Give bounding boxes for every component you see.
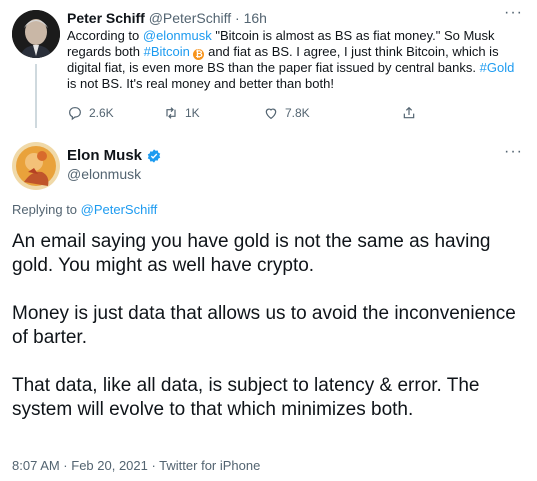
thread-connector — [35, 64, 37, 128]
tweet-text: An email saying you have gold is not the… — [12, 230, 532, 446]
avatar-peter-schiff[interactable] — [12, 10, 60, 58]
replying-to: Replying to @PeterSchiff — [12, 202, 157, 217]
tweet-paragraph: Money is just data that allows us to avo… — [12, 303, 516, 348]
tweet-actions: 2.6K 1K 7.8K — [67, 105, 427, 125]
reply-count: 2.6K — [89, 106, 114, 120]
share-button[interactable] — [401, 105, 417, 121]
author-name[interactable]: Peter Schiff — [67, 10, 145, 26]
hashtag-link[interactable]: #Bitcoin — [144, 44, 190, 59]
replying-prefix: Replying to — [12, 202, 81, 217]
like-count: 7.8K — [285, 106, 310, 120]
reply-icon — [69, 107, 81, 121]
tweet-paragraph: That data, like all data, is subject to … — [12, 375, 480, 420]
like-button[interactable]: 7.8K — [263, 105, 310, 121]
share-icon — [403, 106, 415, 119]
mention-link[interactable]: @elonmusk — [143, 28, 212, 43]
reply-button[interactable]: 2.6K — [67, 105, 114, 121]
hashtag-link[interactable]: #Gold — [480, 60, 515, 75]
avatar-elon-musk[interactable] — [12, 142, 60, 190]
text-segment: is not BS. It's real money and better th… — [67, 76, 334, 91]
retweet-count: 1K — [185, 106, 200, 120]
replying-to-link[interactable]: @PeterSchiff — [81, 202, 158, 217]
author-handle[interactable]: @elonmusk — [67, 166, 141, 182]
tweet-timestamp[interactable]: 8:07 AM · Feb 20, 2021 · Twitter for iPh… — [12, 458, 260, 473]
tweet-time[interactable]: 16h — [244, 10, 267, 26]
text-segment: According to — [67, 28, 143, 43]
like-icon — [265, 108, 277, 120]
retweet-icon — [166, 107, 176, 119]
tweet-paragraph: An email saying you have gold is not the… — [12, 231, 491, 276]
more-icon[interactable]: ··· — [504, 4, 523, 22]
parent-tweet[interactable]: Peter Schiff @PeterSchiff · 16h ··· Acco… — [0, 0, 537, 132]
author-name[interactable]: Elon Musk — [67, 147, 142, 164]
separator: · — [235, 10, 240, 26]
parent-tweet-header: Peter Schiff @PeterSchiff · 16h — [67, 10, 267, 26]
author-name-row: Elon Musk — [67, 147, 162, 164]
author-handle[interactable]: @PeterSchiff — [149, 10, 231, 26]
retweet-button[interactable]: 1K — [163, 105, 200, 121]
more-icon[interactable]: ··· — [504, 143, 523, 161]
verified-icon — [147, 148, 161, 163]
bitcoin-icon: ₿ — [193, 49, 205, 60]
parent-tweet-text: According to @elonmusk "Bitcoin is almos… — [67, 28, 522, 92]
